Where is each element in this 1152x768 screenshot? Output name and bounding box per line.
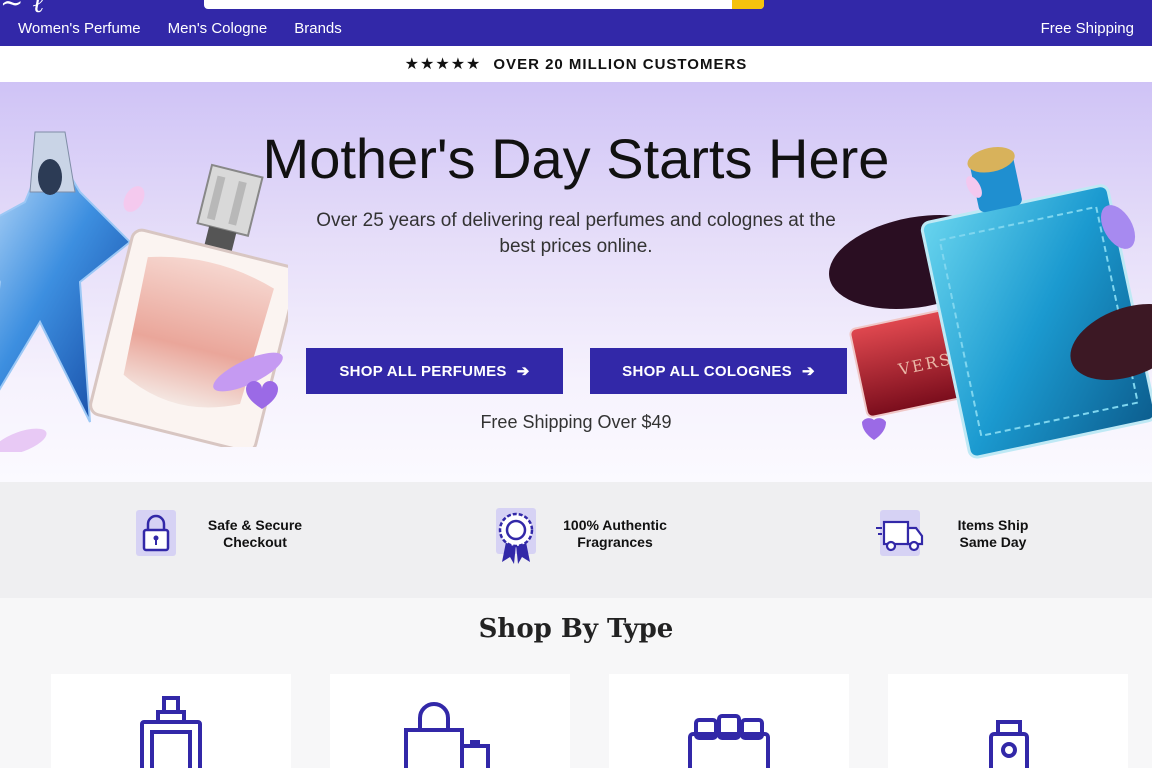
gift-box-icon xyxy=(688,714,770,768)
button-label: SHOP ALL PERFUMES xyxy=(339,362,507,380)
shopping-bag-icon xyxy=(404,702,490,768)
free-shipping-note: Free Shipping Over $49 xyxy=(480,412,672,432)
delivery-truck-icon xyxy=(876,510,924,556)
pink-perfume-bottle-image xyxy=(89,163,288,447)
nav-womens-perfume[interactable]: Women's Perfume xyxy=(18,20,141,37)
hero-subtitle: Over 25 years of delivering real perfume… xyxy=(316,210,836,257)
nav-brands[interactable]: Brands xyxy=(294,20,342,37)
shop-type-card-minis[interactable] xyxy=(888,674,1128,768)
shop-type-card-perfume[interactable] xyxy=(51,674,291,768)
feature-ships-same-day: Items Ship Same Day xyxy=(876,504,1038,564)
feature-label: Safe & Secure Checkout xyxy=(207,517,303,550)
feature-label: Items Ship Same Day xyxy=(957,517,1029,550)
customer-count-text: OVER 20 MILLION CUSTOMERS xyxy=(493,55,748,73)
award-ribbon-icon xyxy=(496,508,536,564)
nav-mens-cologne[interactable]: Men's Cologne xyxy=(168,20,268,37)
free-shipping-link[interactable]: Free Shipping xyxy=(1041,20,1134,37)
shop-type-card-gifts[interactable] xyxy=(609,674,849,768)
shop-type-card-sets[interactable] xyxy=(330,674,570,768)
padlock-icon xyxy=(136,510,176,556)
search-input[interactable] xyxy=(204,0,764,9)
main-nav: Women's Perfume Men's Cologne Brands xyxy=(18,20,342,37)
search-button[interactable] xyxy=(732,0,764,9)
perfume-bottle-icon xyxy=(140,696,202,768)
site-logo[interactable]: ~ ℓ xyxy=(0,0,140,19)
rating-stars: ★★★★★ xyxy=(404,56,482,73)
button-label: SHOP ALL COLOGNES xyxy=(622,362,792,380)
shop-all-colognes-button[interactable]: SHOP ALL COLOGNES ➔ xyxy=(590,348,847,394)
feature-label: 100% Authentic Fragrances xyxy=(563,517,667,550)
feature-authentic: 100% Authentic Fragrances xyxy=(494,504,670,564)
shop-by-type-heading: Shop By Type xyxy=(478,614,674,644)
hero-title: Mother's Day Starts Here xyxy=(262,127,890,190)
feature-secure-checkout: Safe & Secure Checkout xyxy=(134,504,310,564)
trust-strip: ★★★★★ OVER 20 MILLION CUSTOMERS xyxy=(0,46,1152,82)
feature-strip: Safe & Secure Checkout 100% Authentic Fr… xyxy=(0,482,1152,598)
arrow-right-icon: ➔ xyxy=(516,363,530,380)
shop-all-perfumes-button[interactable]: SHOP ALL PERFUMES ➔ xyxy=(306,348,563,394)
hero-banner: VERSA Mother's Day Starts Here Over 25 y… xyxy=(0,82,1152,482)
arrow-right-icon: ➔ xyxy=(801,363,815,380)
spray-bottle-icon xyxy=(989,720,1029,768)
site-header: ~ ℓ Women's Perfume Men's Cologne Brands… xyxy=(0,0,1152,46)
